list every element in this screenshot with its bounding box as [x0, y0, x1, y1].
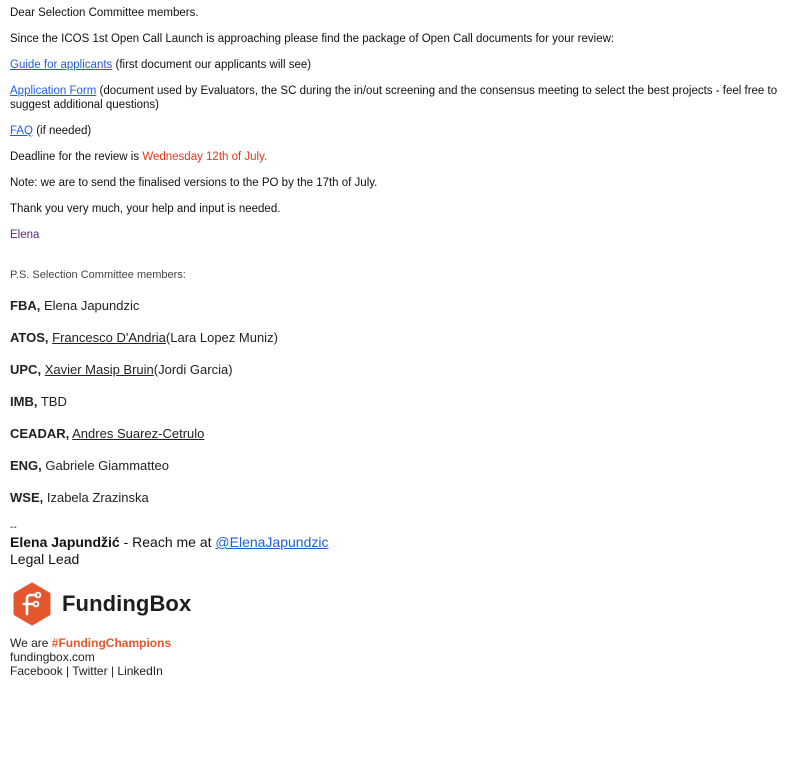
- application-form-link[interactable]: Application Form: [10, 85, 96, 97]
- note: Note: we are to send the finalised versi…: [10, 177, 378, 189]
- signature: -- Elena Japundžić - Reach me at @ElenaJ…: [10, 522, 805, 678]
- fundingbox-logo: FundingBox: [10, 580, 805, 628]
- doc-guide: Guide for applicants (first document our…: [10, 58, 805, 72]
- member-extra: (Lara Lopez Muniz): [165, 330, 278, 345]
- member-link[interactable]: Andres Suarez-Cetrulo: [72, 426, 204, 441]
- member-upc: UPC, Xavier Masip Bruin(Jordi Garcia): [10, 362, 805, 378]
- hashtag: #FundingChampions: [51, 636, 172, 650]
- faq-link[interactable]: FAQ: [10, 125, 33, 137]
- signoff: Elena: [10, 229, 40, 241]
- social-links[interactable]: Facebook | Twitter | LinkedIn: [10, 664, 805, 678]
- member-link[interactable]: Francesco D'Andria: [52, 330, 166, 345]
- member-extra: (Jordi Garcia): [153, 362, 233, 377]
- faq-note: (if needed): [33, 125, 92, 137]
- signature-name: Elena Japundžić: [10, 534, 120, 550]
- deadline-prefix: Deadline for the review is: [10, 151, 143, 163]
- member-org: UPC,: [10, 362, 42, 377]
- member-atos: ATOS, Francesco D'Andria(Lara Lopez Muni…: [10, 330, 805, 346]
- signature-separator: --: [10, 522, 17, 533]
- guide-note: (first document our applicants will see): [112, 59, 312, 71]
- member-org: ENG,: [10, 458, 42, 473]
- member-name: TBD: [37, 394, 67, 409]
- intro-paragraph: Since the ICOS 1st Open Call Launch is a…: [10, 33, 615, 45]
- member-ceadar: CEADAR, Andres Suarez-Cetrulo: [10, 426, 805, 442]
- signature-reach: - Reach me at: [119, 534, 216, 550]
- website[interactable]: fundingbox.com: [10, 650, 805, 664]
- member-org: FBA,: [10, 298, 41, 313]
- greeting: Dear Selection Committee members.: [10, 7, 199, 19]
- signature-role: Legal Lead: [10, 551, 80, 567]
- ps-heading: P.S. Selection Committee members:: [10, 269, 186, 281]
- deadline: Deadline for the review is Wednesday 12t…: [10, 150, 805, 164]
- thanks: Thank you very much, your help and input…: [10, 203, 281, 215]
- application-form-note: (document used by Evaluators, the SC dur…: [10, 85, 778, 111]
- email-body: Dear Selection Committee members. Since …: [10, 6, 805, 678]
- fundingbox-logo-icon: [13, 582, 51, 626]
- doc-faq: FAQ (if needed): [10, 124, 805, 138]
- member-org: IMB,: [10, 394, 38, 409]
- member-org: ATOS,: [10, 330, 49, 345]
- member-wse: WSE, Izabela Zrazinska: [10, 490, 805, 506]
- member-org: CEADAR,: [10, 426, 70, 441]
- member-eng: ENG, Gabriele Giammatteo: [10, 458, 805, 474]
- member-org: WSE,: [10, 490, 44, 505]
- member-name: Izabela Zrazinska: [43, 490, 149, 505]
- member-imb: IMB, TBD: [10, 394, 805, 410]
- doc-application-form: Application Form (document used by Evalu…: [10, 84, 805, 112]
- brand-name: FundingBox: [62, 591, 192, 616]
- twitter-handle-link[interactable]: @ElenaJapundzic: [215, 534, 328, 550]
- guide-link[interactable]: Guide for applicants: [10, 59, 112, 71]
- member-fba: FBA, Elena Japundzic: [10, 298, 805, 314]
- signature-line: Elena Japundžić - Reach me at @ElenaJapu…: [10, 534, 805, 551]
- member-name: Elena Japundzic: [40, 298, 140, 313]
- committee-list: FBA, Elena Japundzic ATOS, Francesco D'A…: [10, 298, 805, 506]
- deadline-date: Wednesday 12th of July.: [142, 151, 268, 163]
- we-are-line: We are #FundingChampions: [10, 636, 805, 650]
- member-link[interactable]: Xavier Masip Bruin: [45, 362, 154, 377]
- member-name: Gabriele Giammatteo: [41, 458, 169, 473]
- we-are-text: We are: [10, 636, 52, 650]
